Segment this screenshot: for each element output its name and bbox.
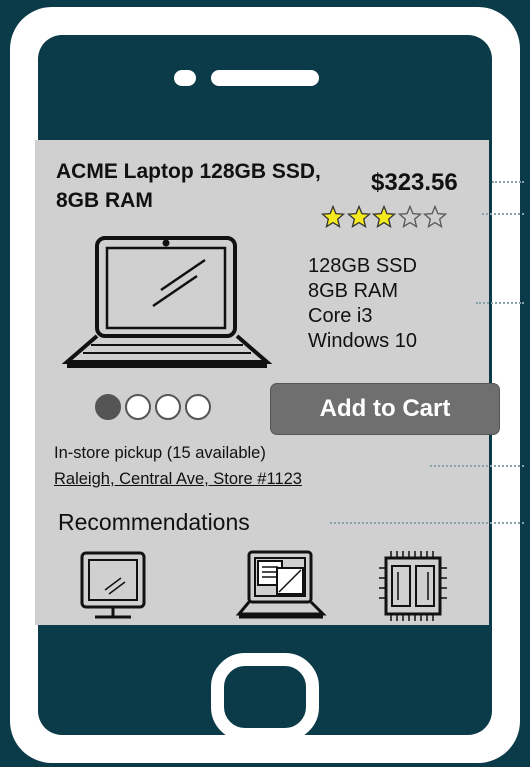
annotation-line bbox=[482, 213, 524, 215]
pickup-availability: In-store pickup (15 available) bbox=[54, 444, 266, 462]
laptop-document-icon[interactable] bbox=[235, 550, 327, 620]
spec-item: 128GB SSD bbox=[308, 255, 417, 277]
star-empty-icon bbox=[397, 205, 422, 228]
carousel-dot[interactable] bbox=[125, 394, 151, 420]
spec-list: 128GB SSD 8GB RAM Core i3 Windows 10 bbox=[308, 254, 417, 354]
store-link[interactable]: Raleigh, Central Ave, Store #1123 bbox=[54, 470, 302, 489]
laptop-icon bbox=[61, 236, 273, 368]
speaker-bar bbox=[211, 70, 319, 86]
spec-item: Windows 10 bbox=[308, 330, 417, 352]
monitor-icon[interactable] bbox=[79, 550, 147, 622]
annotation-line bbox=[476, 302, 524, 304]
memory-chip-icon[interactable] bbox=[379, 550, 447, 622]
product-screen: ACME Laptop 128GB SSD, 8GB RAM $323.56 1… bbox=[35, 140, 500, 625]
annotation-line bbox=[330, 522, 524, 524]
carousel-dot-active[interactable] bbox=[95, 394, 121, 420]
product-price: $323.56 bbox=[371, 169, 458, 196]
star-filled-icon bbox=[321, 205, 345, 228]
annotation-line bbox=[492, 181, 524, 183]
star-filled-icon bbox=[372, 205, 396, 228]
spec-item: Core i3 bbox=[308, 305, 373, 327]
annotation-line bbox=[430, 465, 524, 467]
carousel-dot[interactable] bbox=[185, 394, 211, 420]
star-empty-icon bbox=[423, 205, 447, 228]
add-to-cart-button[interactable]: Add to Cart bbox=[270, 383, 500, 435]
spec-item: 8GB RAM bbox=[308, 280, 399, 302]
product-title: ACME Laptop 128GB SSD, 8GB RAM bbox=[56, 160, 321, 212]
star-filled-icon bbox=[346, 205, 371, 228]
recommendations-title: Recommendations bbox=[58, 509, 250, 535]
carousel-dot[interactable] bbox=[155, 394, 181, 420]
home-button[interactable] bbox=[211, 653, 319, 741]
camera-dot bbox=[174, 70, 196, 86]
